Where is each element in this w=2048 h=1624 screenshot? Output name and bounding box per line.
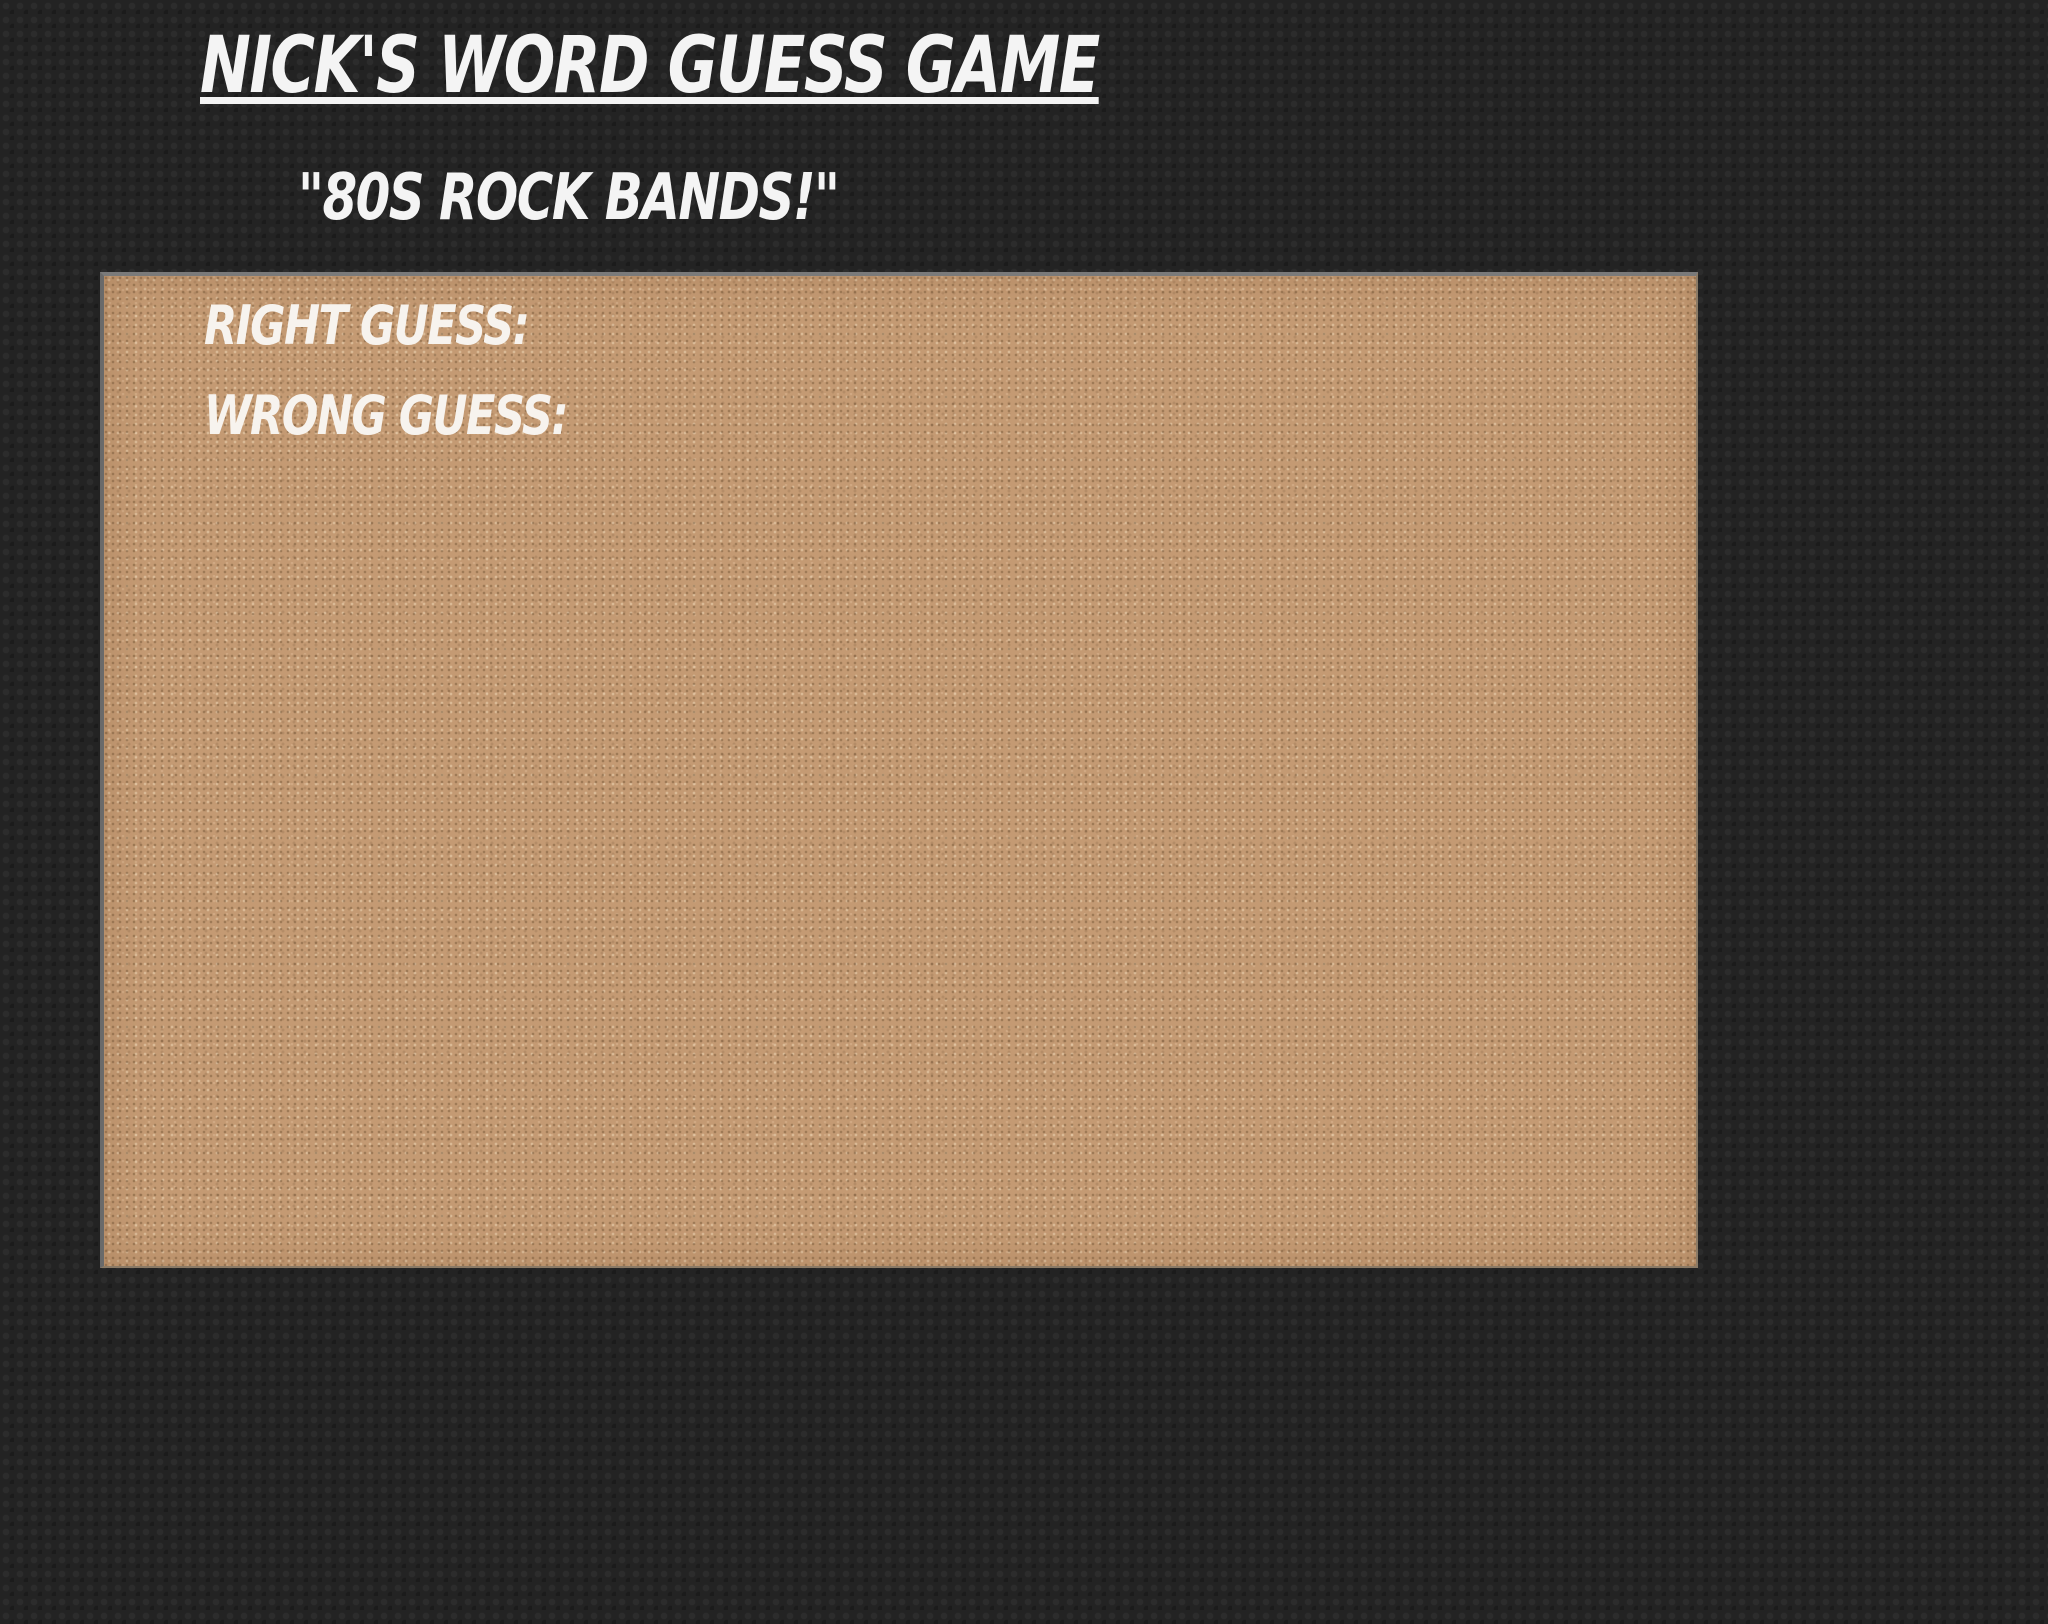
category-subtitle: "80s Rock Bands!"	[298, 161, 840, 235]
right-guess-label: Right Guess:	[204, 294, 530, 357]
game-title: Nick's Word Guess Game	[200, 21, 1100, 111]
wrong-guess-label: Wrong Guess:	[204, 384, 569, 447]
cork-board: Right Guess: Wrong Guess:	[100, 272, 1698, 1268]
